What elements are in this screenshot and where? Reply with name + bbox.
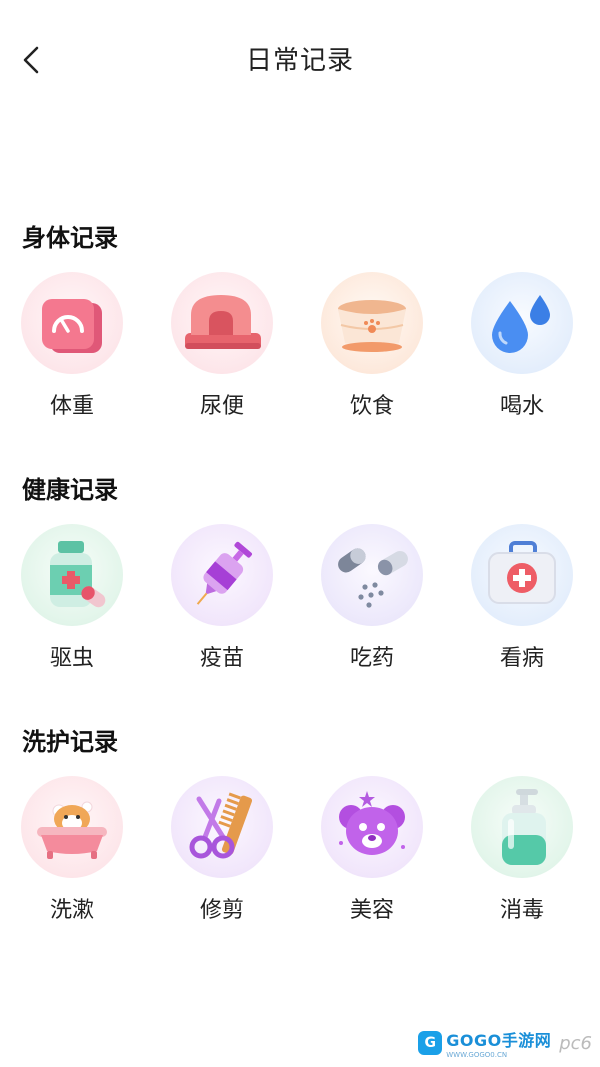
- record-item-label: 驱虫: [49, 646, 94, 671]
- scale-icon: [21, 272, 123, 374]
- watermark: G GOGO手游网 WWW.GOGO0.CN pc6: [418, 1027, 592, 1059]
- record-item-label: 修剪: [199, 898, 244, 923]
- record-item-label: 消毒: [499, 898, 544, 923]
- scissors-comb-icon: [171, 776, 273, 878]
- section-health-grid: 驱虫 疫苗 吃药 看病: [0, 524, 600, 671]
- section-title-care: 洗护记录: [22, 728, 118, 756]
- bathtub-icon: [21, 776, 123, 878]
- vaccine-syringe-icon: [171, 524, 273, 626]
- record-item-label: 洗漱: [49, 898, 94, 923]
- record-item-label: 喝水: [499, 394, 544, 419]
- beauty-dog-icon: [321, 776, 423, 878]
- page-title: 日常记录: [245, 46, 354, 76]
- food-bowl-icon: [321, 272, 423, 374]
- record-item-label: 尿便: [199, 394, 244, 419]
- record-item-grooming[interactable]: 美容: [317, 776, 427, 924]
- watermark-url: WWW.GOGO0.CN: [446, 1051, 508, 1059]
- record-item-label: 体重: [49, 394, 94, 419]
- pills-icon: [321, 524, 423, 626]
- section-care-grid: 洗漱 修剪 美容 消毒: [0, 776, 600, 923]
- record-item-medicine[interactable]: 吃药: [317, 524, 427, 672]
- deworm-medicine-icon: [21, 524, 123, 626]
- water-drops-icon: [471, 272, 573, 374]
- record-item-weight[interactable]: 体重: [17, 272, 127, 420]
- record-item-label: 饮食: [349, 394, 394, 419]
- record-item-excretion[interactable]: 尿便: [167, 272, 277, 420]
- record-item-trim[interactable]: 修剪: [167, 776, 277, 924]
- record-item-doctor-visit[interactable]: 看病: [467, 524, 577, 672]
- record-item-label: 疫苗: [199, 646, 244, 671]
- first-aid-kit-icon: [471, 524, 573, 626]
- record-item-water[interactable]: 喝水: [467, 272, 577, 420]
- record-item-diet[interactable]: 饮食: [317, 272, 427, 420]
- gogo-logo-icon: G: [418, 1031, 443, 1055]
- record-item-deworm[interactable]: 驱虫: [17, 524, 127, 672]
- record-item-label: 吃药: [349, 646, 394, 671]
- record-item-disinfect[interactable]: 消毒: [467, 776, 577, 924]
- gogo-logo: G GOGO手游网 WWW.GOGO0.CN: [418, 1027, 551, 1059]
- disinfectant-bottle-icon: [471, 776, 573, 878]
- record-item-vaccine[interactable]: 疫苗: [167, 524, 277, 672]
- section-title-body: 身体记录: [22, 224, 118, 252]
- record-item-label: 看病: [499, 646, 544, 671]
- header: 日常记录: [0, 0, 600, 120]
- section-title-health: 健康记录: [22, 476, 118, 504]
- litter-box-icon: [171, 272, 273, 374]
- watermark-brand: GOGO手游网: [446, 1031, 552, 1050]
- record-item-bath[interactable]: 洗漱: [17, 776, 127, 924]
- section-body-grid: 体重 尿便 饮食 喝水: [0, 272, 600, 419]
- pc6-logo: pc6: [559, 1032, 592, 1054]
- record-item-label: 美容: [349, 898, 394, 923]
